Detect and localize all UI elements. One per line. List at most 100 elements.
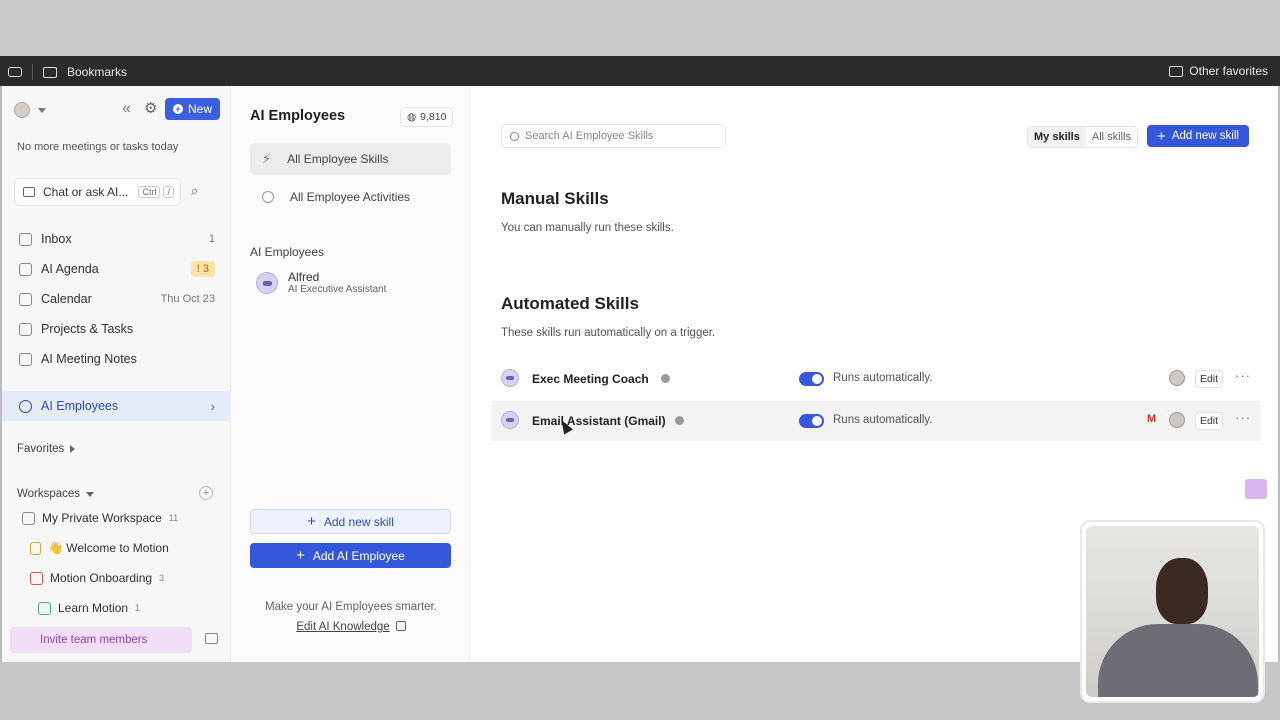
panel-title: AI Employees bbox=[250, 108, 346, 124]
ai-employees-icon bbox=[19, 399, 32, 413]
skill-row[interactable]: Email Assistant (Gmail) Runs automatical… bbox=[491, 401, 1261, 441]
calendar-icon bbox=[19, 292, 32, 306]
skill-avatar bbox=[501, 369, 519, 387]
sidebar: « ⚙ + New No more meetings or tasks toda… bbox=[2, 86, 231, 662]
bookmarks-bar: Bookmarks Other favorites bbox=[0, 56, 1280, 86]
cube-icon bbox=[38, 601, 51, 615]
all-employee-activities-tab[interactable]: All Employee Activities bbox=[250, 181, 451, 213]
search-input[interactable]: Search AI Employee Skills bbox=[501, 124, 726, 148]
workspace-item[interactable]: Learn Motion 1 bbox=[38, 601, 140, 615]
new-button-label: New bbox=[187, 102, 212, 116]
chevron-right-icon bbox=[70, 445, 76, 453]
skill-name: Exec Meeting Coach bbox=[532, 372, 649, 386]
chevron-down-icon bbox=[86, 491, 95, 497]
new-button[interactable]: + New bbox=[165, 98, 220, 120]
employee-role: AI Executive Assistant bbox=[288, 284, 387, 295]
employee-item[interactable]: Alfred AI Executive Assistant bbox=[256, 270, 386, 295]
skill-status: Runs automatically. bbox=[833, 372, 933, 384]
bolt-icon: ⚡ bbox=[262, 151, 272, 166]
sidebar-item-meeting-notes[interactable]: AI Meeting Notes bbox=[2, 344, 231, 374]
owner-avatar bbox=[1169, 412, 1185, 428]
shortcut-key: / bbox=[163, 186, 174, 198]
projects-icon bbox=[19, 322, 32, 336]
add-new-skill-button[interactable]: + Add new skill bbox=[1147, 125, 1249, 147]
ai-employees-panel: AI Employees ◍ 9,810 ⚡ All Employee Skil… bbox=[232, 86, 470, 662]
auto-run-toggle[interactable] bbox=[799, 414, 824, 428]
sidebar-item-label: Projects & Tasks bbox=[41, 322, 134, 336]
sidebar-item-calendar[interactable]: Calendar Thu Oct 23 bbox=[2, 284, 231, 314]
tab-actions-icon[interactable] bbox=[8, 67, 22, 77]
book-icon[interactable] bbox=[205, 633, 218, 644]
sidebar-item-label: Calendar bbox=[41, 292, 92, 306]
workspace-item[interactable]: 👋 Welcome to Motion bbox=[30, 541, 169, 555]
add-ai-employee-button[interactable]: + Add AI Employee bbox=[250, 543, 451, 568]
layers-icon bbox=[22, 511, 35, 525]
chat-placeholder: Chat or ask AI... bbox=[43, 185, 129, 199]
add-workspace-button[interactable]: + bbox=[199, 486, 213, 500]
more-icon[interactable]: ··· bbox=[1235, 410, 1251, 425]
search-icon bbox=[510, 131, 519, 141]
gear-icon[interactable]: ⚙ bbox=[144, 99, 157, 117]
user-avatar[interactable] bbox=[14, 102, 30, 118]
external-link-icon bbox=[395, 621, 406, 631]
info-icon[interactable] bbox=[675, 416, 684, 425]
sidebar-item-label: AI Employees bbox=[41, 399, 119, 413]
sidebar-item-inbox[interactable]: Inbox 1 bbox=[2, 224, 231, 254]
workspace-item[interactable]: My Private Workspace 11 bbox=[22, 511, 178, 525]
credits-badge: ◍ 9,810 bbox=[400, 107, 454, 127]
feedback-icon[interactable] bbox=[1245, 479, 1267, 499]
status-text: No more meetings or tasks today bbox=[17, 141, 179, 153]
more-icon[interactable]: ··· bbox=[1235, 368, 1251, 383]
sidebar-nav: Inbox 1 AI Agenda ! 3 Calendar Thu Oct 2… bbox=[2, 224, 231, 374]
sidebar-item-label: AI Meeting Notes bbox=[41, 352, 137, 366]
calendar-date: Thu Oct 23 bbox=[160, 293, 215, 305]
owner-avatar bbox=[1169, 370, 1185, 386]
workspaces-section[interactable]: Workspaces bbox=[17, 488, 95, 500]
inbox-icon bbox=[19, 232, 32, 246]
collapse-sidebar-icon[interactable]: « bbox=[122, 100, 131, 118]
skills-filter-toggle: My skills All skills bbox=[1027, 126, 1138, 148]
shortcut-key: Ctrl bbox=[138, 186, 161, 198]
skill-row[interactable]: Exec Meeting Coach Runs automatically. E… bbox=[491, 359, 1261, 399]
search-icon[interactable]: ⌕ bbox=[191, 183, 198, 199]
webcam-overlay bbox=[1080, 520, 1265, 703]
plus-icon: + bbox=[307, 513, 316, 530]
sidebar-item-ai-employees[interactable]: AI Employees › bbox=[2, 391, 231, 421]
agenda-badge: ! 3 bbox=[190, 261, 215, 277]
bookmarks-folder[interactable]: Bookmarks bbox=[67, 65, 127, 79]
manual-skills-heading: Manual Skills bbox=[501, 189, 609, 208]
sidebar-item-ai-agenda[interactable]: AI Agenda ! 3 bbox=[2, 254, 231, 284]
folder-icon bbox=[30, 571, 43, 585]
invite-team-button[interactable]: Invite team members bbox=[10, 627, 192, 653]
skill-status: Runs automatically. bbox=[833, 414, 933, 426]
chevron-down-icon[interactable] bbox=[38, 108, 46, 113]
gmail-icon: M bbox=[1147, 413, 1157, 425]
chat-input[interactable]: Chat or ask AI... Ctrl / bbox=[14, 178, 181, 206]
chevron-right-icon: › bbox=[210, 398, 215, 414]
all-skills-toggle[interactable]: All skills bbox=[1086, 127, 1137, 147]
smarter-text: Make your AI Employees smarter. bbox=[265, 601, 437, 613]
favorites-section[interactable]: Favorites bbox=[17, 443, 76, 455]
sidebar-item-label: AI Agenda bbox=[41, 262, 99, 276]
history-icon bbox=[262, 191, 274, 203]
info-icon[interactable] bbox=[661, 374, 670, 383]
edit-button[interactable]: Edit bbox=[1195, 370, 1223, 388]
automated-skills-subtitle: These skills run automatically on a trig… bbox=[501, 327, 716, 339]
workspace-item[interactable]: Motion Onboarding 3 bbox=[30, 571, 164, 585]
folder-icon bbox=[1169, 65, 1184, 77]
auto-run-toggle[interactable] bbox=[799, 372, 824, 386]
add-new-skill-button[interactable]: + Add new skill bbox=[250, 509, 451, 534]
my-skills-toggle[interactable]: My skills bbox=[1028, 127, 1086, 147]
notes-icon bbox=[19, 352, 32, 366]
plus-icon: + bbox=[172, 104, 183, 114]
plus-icon: + bbox=[1157, 127, 1166, 145]
plus-icon: + bbox=[296, 547, 305, 564]
presenter-shirt bbox=[1098, 624, 1258, 697]
other-favorites-folder[interactable]: Other favorites bbox=[1189, 64, 1268, 78]
automated-skills-heading: Automated Skills bbox=[501, 294, 639, 313]
edit-button[interactable]: Edit bbox=[1195, 412, 1223, 430]
all-employee-skills-tab[interactable]: ⚡ All Employee Skills bbox=[250, 143, 451, 175]
sidebar-item-projects[interactable]: Projects & Tasks bbox=[2, 314, 231, 344]
edit-knowledge-link[interactable]: Edit AI Knowledge bbox=[232, 621, 470, 633]
presenter-head bbox=[1156, 558, 1208, 624]
